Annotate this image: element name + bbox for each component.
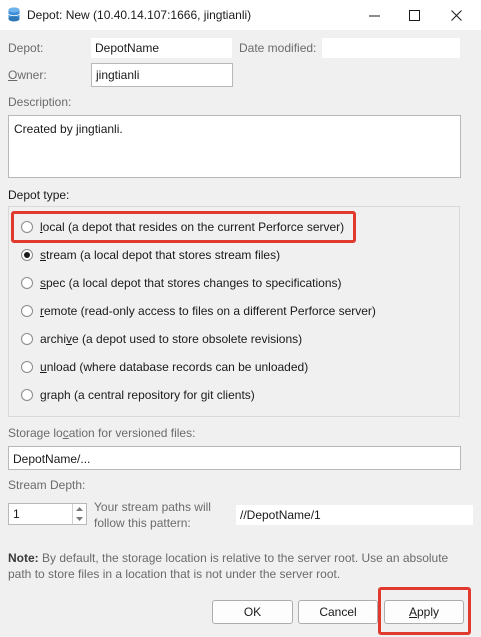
apply-button[interactable]: Apply: [384, 600, 464, 624]
storage-location-label: Storage location for versioned files:: [8, 426, 196, 440]
window-title: Depot: New (10.40.14.107:1666, jingtianl…: [27, 8, 252, 22]
radio-archive[interactable]: archive (a depot used to store obsolete …: [21, 329, 302, 349]
stream-pattern-field: //DepotName/1: [236, 505, 473, 525]
radio-remote-label: remote (read-only access to files on a d…: [40, 304, 376, 318]
minimize-icon: [368, 15, 380, 16]
radio-archive-label: archive (a depot used to store obsolete …: [40, 332, 303, 346]
radio-stream[interactable]: stream (a local depot that stores stream…: [21, 245, 280, 265]
maximize-button[interactable]: [394, 0, 434, 30]
radio-graph-button[interactable]: [21, 389, 33, 401]
cancel-button[interactable]: Cancel: [298, 600, 378, 624]
radio-graph[interactable]: graph (a central repository for git clie…: [21, 385, 255, 405]
chevron-down-icon: [76, 517, 83, 521]
note-bold-label: Note:: [8, 551, 39, 565]
radio-stream-label: stream (a local depot that stores stream…: [40, 248, 281, 262]
storage-location-field[interactable]: DepotName/...: [8, 446, 461, 470]
close-icon: [450, 9, 462, 21]
stream-depth-label: Stream Depth:: [8, 478, 86, 492]
stream-depth-spinbox[interactable]: 1: [8, 503, 87, 525]
chevron-up-icon: [76, 507, 83, 511]
radio-local-button[interactable]: [21, 221, 33, 233]
radio-unload-button[interactable]: [21, 361, 33, 373]
radio-remote[interactable]: remote (read-only access to files on a d…: [21, 301, 376, 321]
depot-type-label: Depot type:: [8, 188, 70, 202]
note-text: By default, the storage location is rela…: [8, 551, 449, 581]
radio-spec[interactable]: spec (a local depot that stores changes …: [21, 273, 342, 293]
radio-unload-label: unload (where database records can be un…: [40, 360, 309, 374]
ok-button[interactable]: OK: [212, 600, 293, 624]
stream-paths-label-line1: Your stream paths will: [94, 500, 211, 514]
close-button[interactable]: [436, 0, 476, 30]
maximize-icon: [408, 9, 420, 21]
owner-label: Owner:: [8, 68, 47, 82]
spin-arrows: [72, 504, 86, 524]
minimize-button[interactable]: [354, 0, 394, 30]
radio-unload[interactable]: unload (where database records can be un…: [21, 357, 308, 377]
radio-stream-button[interactable]: [21, 249, 33, 261]
owner-field[interactable]: jingtianli: [91, 63, 233, 87]
depot-database-icon: [8, 7, 20, 22]
radio-spec-button[interactable]: [21, 277, 33, 289]
description-textarea[interactable]: Created by jingtianli.: [8, 115, 461, 178]
depot-label: Depot:: [8, 41, 44, 55]
spin-up-button[interactable]: [73, 504, 86, 514]
date-modified-field: [322, 38, 460, 58]
radio-archive-button[interactable]: [21, 333, 33, 345]
date-modified-label: Date modified:: [239, 41, 317, 55]
radio-local-label: local (a depot that resides on the curre…: [40, 220, 345, 234]
stream-paths-label-line2: follow this pattern:: [94, 516, 191, 530]
title-bar: Depot: New (10.40.14.107:1666, jingtianl…: [0, 0, 481, 30]
radio-spec-label: spec (a local depot that stores changes …: [40, 276, 342, 290]
storage-note: Note: By default, the storage location i…: [8, 550, 458, 582]
depot-name-field[interactable]: DepotName: [91, 38, 232, 58]
radio-graph-label: graph (a central repository for git clie…: [40, 388, 255, 402]
description-label: Description:: [8, 95, 72, 109]
spin-down-button[interactable]: [73, 514, 86, 524]
radio-local[interactable]: local (a depot that resides on the curre…: [21, 217, 344, 237]
radio-remote-button[interactable]: [21, 305, 33, 317]
stream-depth-value[interactable]: 1: [13, 507, 20, 521]
